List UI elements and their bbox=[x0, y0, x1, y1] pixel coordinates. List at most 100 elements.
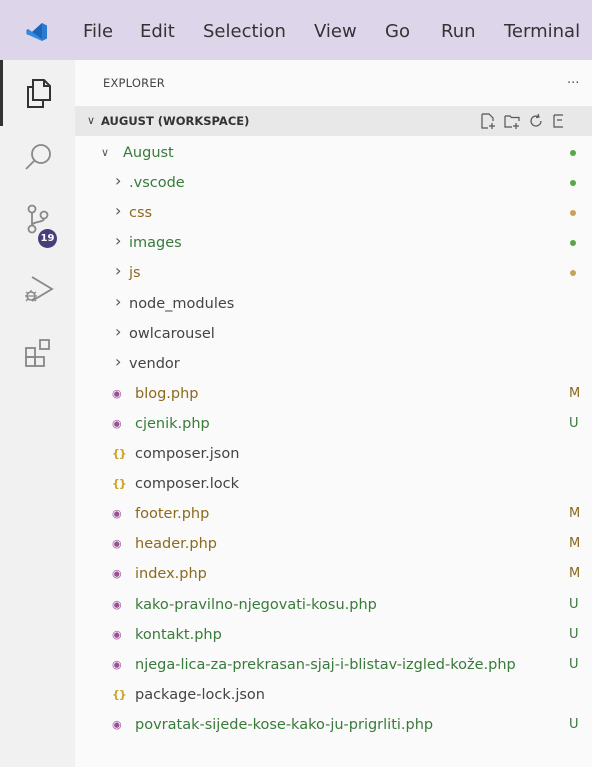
tree-item-label: js bbox=[129, 265, 141, 282]
collapse-all-icon[interactable] bbox=[551, 112, 563, 130]
git-status-dot bbox=[570, 210, 576, 217]
menu-terminal[interactable]: Terminal bbox=[504, 20, 580, 44]
folder-row[interactable]: › css bbox=[75, 198, 592, 228]
php-file-icon: ◉ bbox=[112, 386, 122, 400]
chevron-right-icon: › bbox=[115, 231, 122, 251]
workspace-actions bbox=[479, 112, 569, 130]
new-file-icon[interactable] bbox=[479, 112, 497, 130]
file-row[interactable]: {} package-lock.json bbox=[75, 680, 592, 710]
file-row[interactable]: {} composer.json bbox=[75, 439, 592, 469]
tree-item-label: footer.php bbox=[135, 506, 210, 523]
file-row[interactable]: ◉ povratak-sijede-kose-kako-ju-prigrliti.… bbox=[75, 710, 592, 740]
tree-item-label: css bbox=[129, 205, 153, 222]
php-file-icon: ◉ bbox=[112, 416, 122, 430]
chevron-right-icon: › bbox=[115, 171, 122, 191]
vscode-logo-icon bbox=[26, 23, 47, 41]
file-row[interactable]: ◉ njega-lica-za-prekrasan-sjaj-i-blistav-… bbox=[75, 650, 592, 680]
folder-row[interactable]: › vendor bbox=[75, 349, 592, 379]
tree-item-label: August bbox=[123, 145, 174, 161]
menu-view[interactable]: View bbox=[314, 20, 357, 44]
new-folder-icon[interactable] bbox=[503, 112, 521, 130]
php-file-icon: ◉ bbox=[112, 597, 122, 611]
git-status-badge: U bbox=[569, 415, 579, 431]
git-status-badge: U bbox=[569, 656, 579, 672]
extensions-icon[interactable] bbox=[22, 336, 56, 370]
tree-item-label: composer.lock bbox=[135, 476, 240, 493]
menu-go[interactable]: Go bbox=[385, 20, 410, 44]
chevron-right-icon: › bbox=[115, 261, 122, 281]
folder-row[interactable]: ∨ August bbox=[75, 138, 592, 168]
tree-item-label: kontakt.php bbox=[135, 626, 222, 643]
menu-edit[interactable]: Edit bbox=[140, 20, 175, 44]
chevron-right-icon: › bbox=[115, 201, 122, 221]
git-status-badge: U bbox=[569, 716, 579, 732]
tree-item-label: kako-pravilno-njegovati-kosu.php bbox=[135, 596, 377, 613]
workspace-header[interactable]: ∨ AUGUST (WORKSPACE) bbox=[75, 106, 592, 136]
run-debug-icon[interactable] bbox=[22, 272, 56, 306]
chevron-right-icon: › bbox=[115, 351, 122, 371]
folder-row[interactable]: › .vscode bbox=[75, 168, 592, 198]
folder-row[interactable]: › owlcarousel bbox=[75, 319, 592, 349]
git-status-badge: M bbox=[569, 566, 581, 582]
explorer-title: EXPLORER bbox=[103, 76, 165, 90]
menu-bar: File Edit Selection View Go Run Terminal bbox=[0, 0, 592, 60]
git-status-dot bbox=[570, 270, 576, 277]
php-file-icon: ◉ bbox=[112, 627, 122, 641]
folder-row[interactable]: › images bbox=[75, 228, 592, 258]
php-file-icon: ◉ bbox=[112, 717, 122, 731]
file-row[interactable]: ◉ kako-pravilno-njegovati-kosu.php U bbox=[75, 590, 592, 620]
folder-row[interactable]: › node_modules bbox=[75, 289, 592, 319]
tree-item-label: images bbox=[129, 235, 182, 252]
tree-item-label: node_modules bbox=[129, 295, 235, 312]
file-row[interactable]: ◉ cjenik.php U bbox=[75, 409, 592, 439]
tree-item-label: index.php bbox=[135, 566, 207, 583]
explorer-sidebar: EXPLORER ··· ∨ AUGUST (WORKSPACE) ∨ Augus… bbox=[75, 60, 592, 767]
more-actions-icon[interactable]: ··· bbox=[567, 76, 579, 91]
menu-file[interactable]: File bbox=[83, 20, 113, 44]
file-row[interactable]: ◉ footer.php M bbox=[75, 499, 592, 529]
tree-item-label: vendor bbox=[129, 355, 180, 372]
tree-item-label: package-lock.json bbox=[135, 686, 265, 703]
tree-item-label: owlcarousel bbox=[129, 325, 215, 342]
chevron-down-icon: ∨ bbox=[87, 114, 96, 127]
menu-run[interactable]: Run bbox=[441, 20, 476, 44]
tree-item-label: header.php bbox=[135, 536, 217, 553]
file-row[interactable]: {} composer.lock bbox=[75, 469, 592, 499]
tree-item-label: .vscode bbox=[129, 175, 185, 192]
json-file-icon: {} bbox=[112, 447, 127, 460]
menu-selection[interactable]: Selection bbox=[203, 20, 286, 44]
php-file-icon: ◉ bbox=[112, 537, 122, 551]
folder-row[interactable]: › js bbox=[75, 258, 592, 288]
file-row[interactable]: ◉ index.php M bbox=[75, 559, 592, 589]
refresh-icon[interactable] bbox=[527, 112, 545, 130]
php-file-icon: ◉ bbox=[112, 567, 122, 581]
tree-item-label: cjenik.php bbox=[135, 415, 210, 432]
git-status-dot bbox=[570, 180, 576, 187]
json-file-icon: {} bbox=[112, 477, 127, 491]
git-status-badge: M bbox=[569, 506, 581, 522]
git-status-badge: U bbox=[569, 626, 579, 642]
explorer-icon[interactable] bbox=[22, 76, 56, 110]
chevron-right-icon: › bbox=[115, 291, 122, 311]
git-status-dot bbox=[570, 150, 576, 156]
file-row[interactable]: ◉ kontakt.php U bbox=[75, 620, 592, 650]
file-row[interactable]: ◉ header.php M bbox=[75, 529, 592, 559]
git-status-dot bbox=[570, 240, 576, 247]
tree-item-label: povratak-sijede-kose-kako-ju-prigrliti.p… bbox=[135, 716, 434, 733]
active-indicator bbox=[0, 60, 3, 126]
git-status-badge: U bbox=[569, 596, 579, 612]
php-file-icon: ◉ bbox=[112, 507, 122, 521]
workspace-label: AUGUST (WORKSPACE) bbox=[101, 114, 250, 128]
git-status-badge: M bbox=[569, 536, 581, 552]
tree-item-label: composer.json bbox=[135, 446, 240, 462]
search-icon[interactable] bbox=[22, 140, 56, 174]
git-status-badge: M bbox=[569, 385, 581, 401]
chevron-down-icon: ∨ bbox=[101, 146, 110, 159]
json-file-icon: {} bbox=[112, 687, 127, 701]
php-file-icon: ◉ bbox=[112, 657, 122, 671]
scm-badge: 19 bbox=[38, 229, 57, 248]
chevron-right-icon: › bbox=[115, 321, 122, 341]
tree-item-label: blog.php bbox=[135, 385, 199, 402]
tree-item-label: njega-lica-za-prekrasan-sjaj-i-blistav-i… bbox=[135, 656, 516, 673]
file-row[interactable]: ◉ blog.php M bbox=[75, 379, 592, 409]
